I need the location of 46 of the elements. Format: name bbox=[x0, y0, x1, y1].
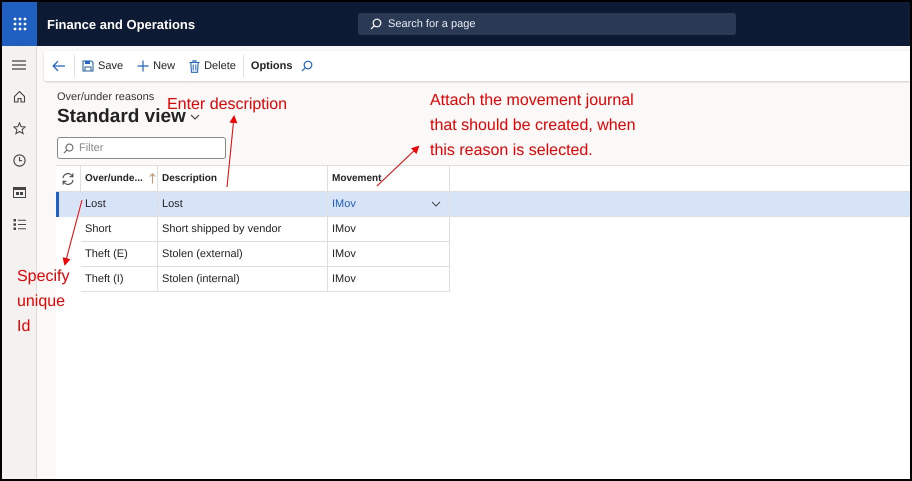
table-cell[interactable]: IMov bbox=[328, 192, 450, 217]
filter-field[interactable]: Filter bbox=[57, 137, 226, 159]
table-cell[interactable]: Stolen (external) bbox=[158, 242, 328, 267]
app-launcher-button[interactable] bbox=[2, 2, 37, 46]
delete-button[interactable]: Delete bbox=[182, 55, 244, 77]
table-cell[interactable]: IMov bbox=[328, 217, 450, 242]
column-header[interactable]: Description bbox=[158, 166, 328, 191]
table-cell[interactable]: Theft (E) bbox=[81, 242, 158, 267]
star-icon bbox=[12, 122, 26, 135]
annotation-text: Specify unique Id bbox=[17, 267, 70, 337]
back-button[interactable] bbox=[50, 55, 75, 77]
table-cell[interactable]: Lost bbox=[158, 192, 328, 217]
clock-icon bbox=[12, 154, 26, 167]
menu-icon bbox=[12, 60, 26, 70]
home-icon bbox=[12, 90, 26, 103]
save-button[interactable]: Save bbox=[75, 51, 130, 81]
search-icon bbox=[370, 18, 382, 30]
waffle-icon bbox=[12, 17, 26, 31]
refresh-button[interactable] bbox=[61, 172, 75, 186]
annotation-text: Attach the movement journal that should be created, when this reason is selected. bbox=[430, 91, 636, 161]
table-cell[interactable]: IMov bbox=[328, 267, 450, 292]
search-icon bbox=[63, 143, 74, 154]
annotation-arrow bbox=[62, 200, 82, 266]
chevron-down-icon bbox=[190, 114, 200, 120]
page-caption: Over/under reasons bbox=[57, 91, 154, 103]
app-title: Finance and Operations bbox=[47, 16, 196, 32]
table-cell[interactable]: Short bbox=[81, 217, 158, 242]
chevron-down-icon[interactable] bbox=[431, 201, 441, 207]
table-cell[interactable]: IMov bbox=[328, 242, 450, 267]
trash-icon bbox=[189, 60, 200, 72]
column-header[interactable]: Movement bbox=[328, 166, 450, 191]
table-cell[interactable]: Theft (I) bbox=[81, 267, 158, 292]
new-button[interactable]: New bbox=[130, 51, 182, 81]
list-icon bbox=[12, 218, 26, 231]
workspace-icon bbox=[12, 187, 26, 198]
back-arrow-icon bbox=[52, 60, 66, 72]
search-field[interactable]: Search for a page bbox=[358, 13, 736, 35]
options-tab[interactable]: Options bbox=[244, 51, 300, 81]
refresh-icon bbox=[61, 172, 75, 186]
plus-icon bbox=[137, 60, 150, 72]
save-icon bbox=[82, 60, 94, 72]
search-icon bbox=[301, 60, 314, 72]
column-header[interactable]: Over/unde... bbox=[81, 166, 158, 191]
table-cell[interactable]: Short shipped by vendor bbox=[158, 217, 328, 242]
table-cell[interactable]: Lost bbox=[81, 192, 158, 217]
table-cell[interactable]: Stolen (internal) bbox=[158, 267, 328, 292]
